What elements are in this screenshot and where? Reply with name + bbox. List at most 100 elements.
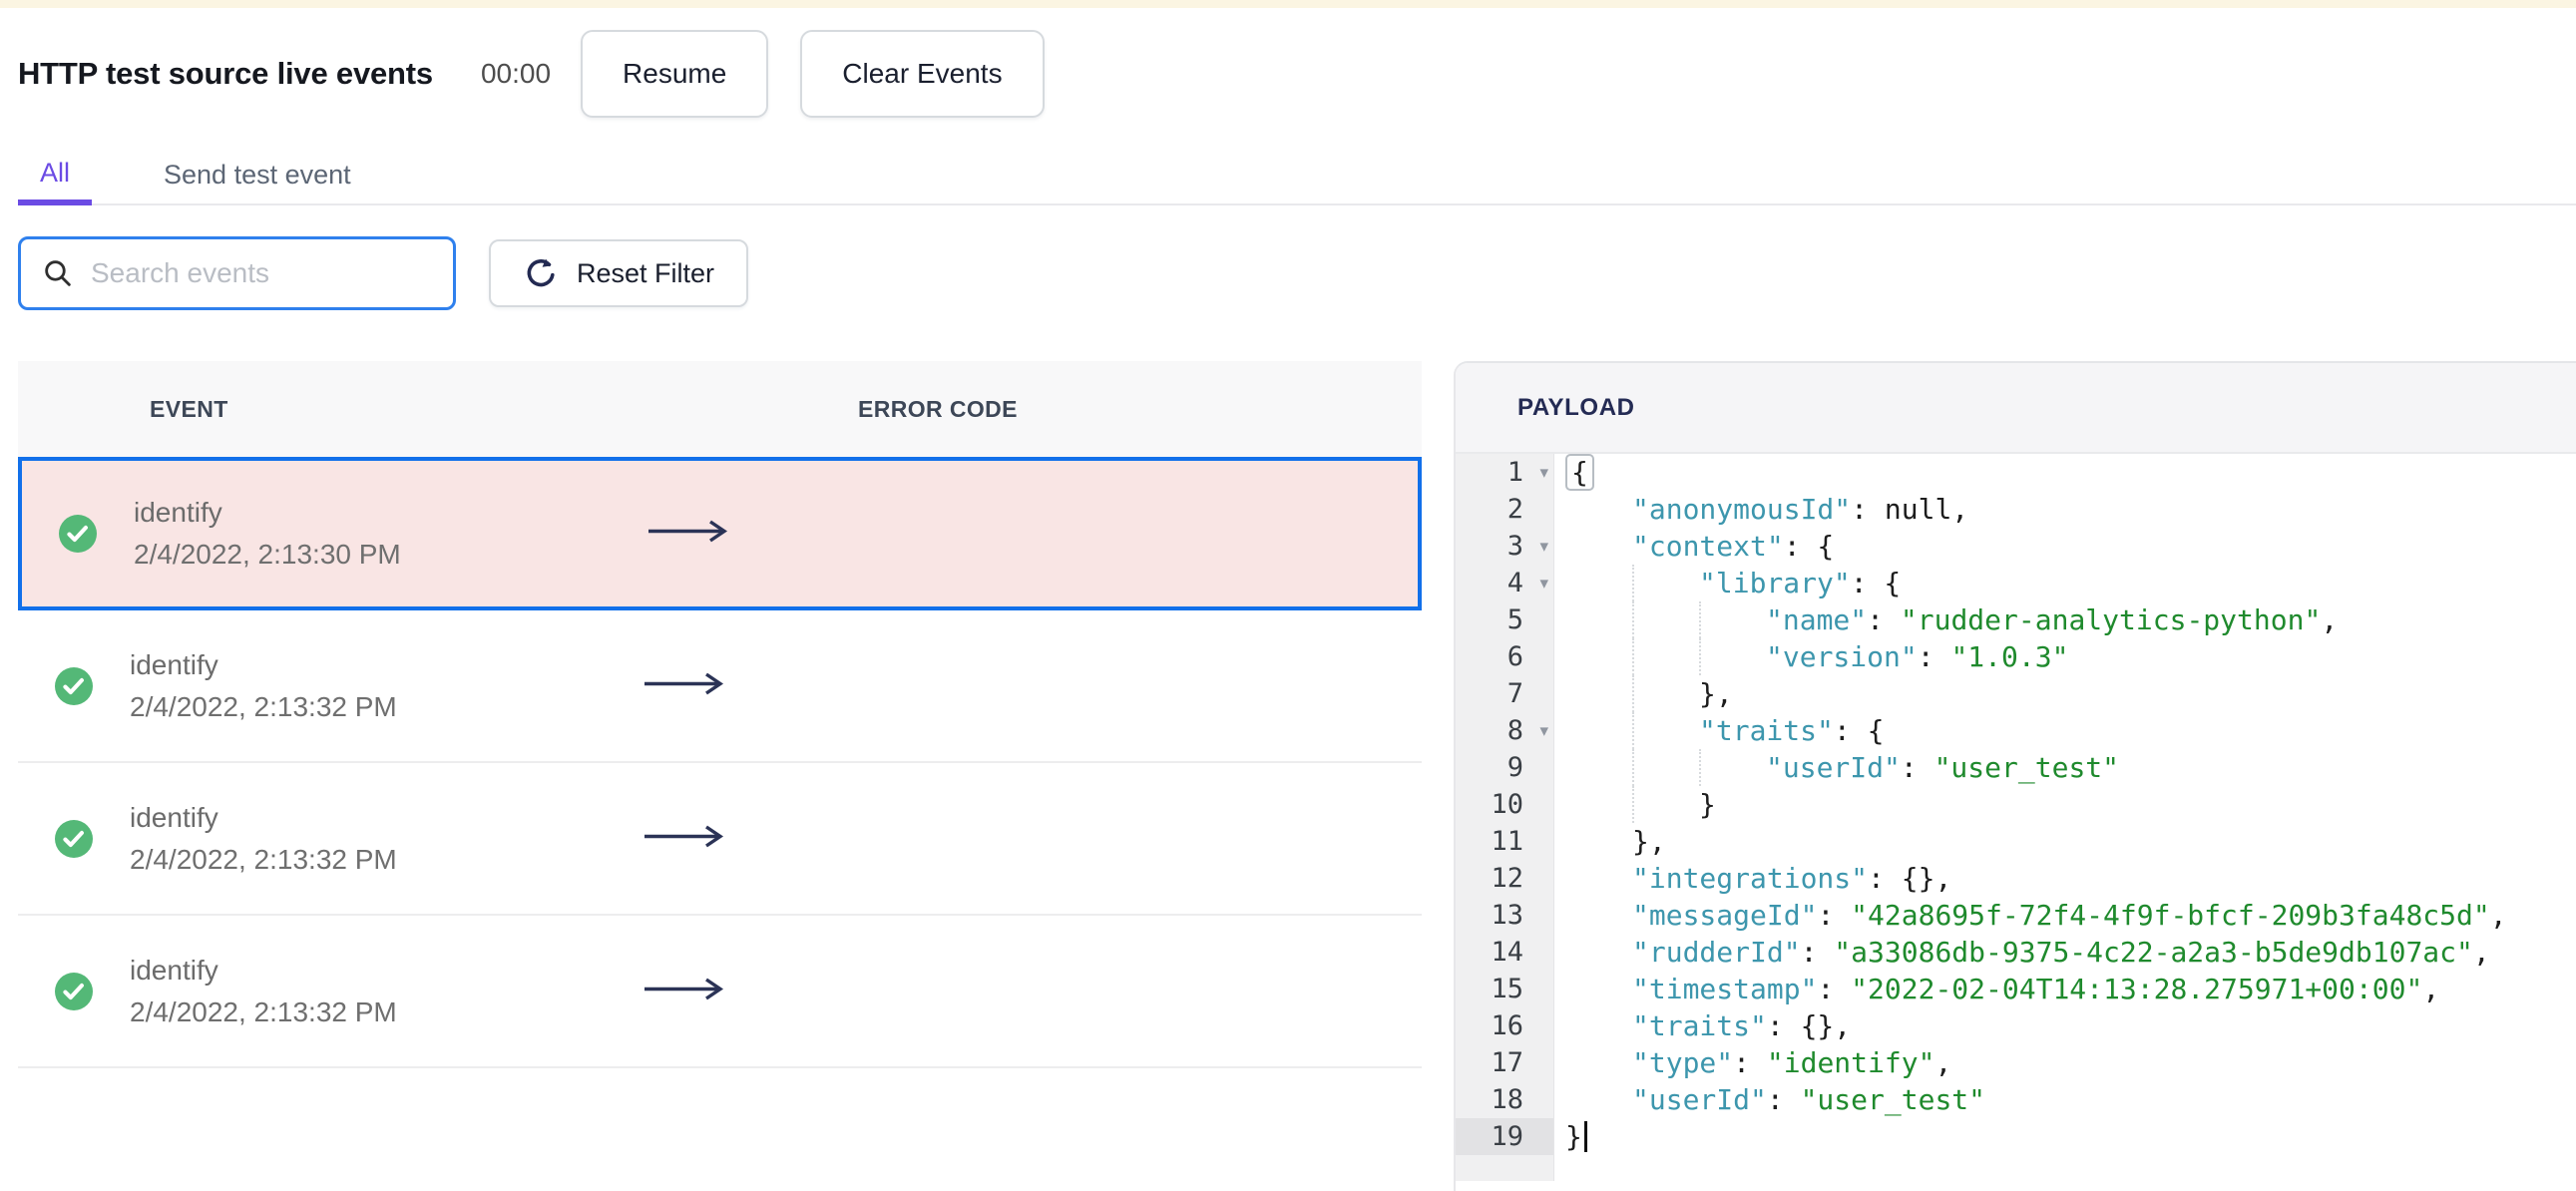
- column-header-event: EVENT: [150, 395, 228, 422]
- arrow-right-icon[interactable]: [643, 670, 726, 701]
- json-punctuation: :: [1917, 640, 1951, 673]
- code-content: "context": {: [1554, 528, 1834, 565]
- json-key: "traits": [1632, 1009, 1767, 1042]
- code-line[interactable]: 11},: [1456, 823, 2576, 860]
- code-line[interactable]: 18 "userId": "user_test": [1456, 1081, 2576, 1118]
- chevron-down-icon[interactable]: ▾: [1539, 463, 1548, 483]
- line-number: 7: [1456, 675, 1554, 712]
- json-key: "messageId": [1632, 899, 1818, 932]
- event-info: identify 2/4/2022, 2:13:32 PM: [130, 649, 397, 723]
- json-string-value: "2022-02-04T14:13:28.275971+00:00": [1851, 973, 2423, 1005]
- arrow-right-icon[interactable]: [646, 519, 730, 550]
- success-check-icon: [55, 666, 93, 705]
- json-key: "rudderId": [1632, 936, 1801, 969]
- line-number: 11: [1456, 823, 1554, 860]
- arrow-right-icon[interactable]: [643, 976, 726, 1006]
- header: HTTP test source live events 00:00 Resum…: [18, 30, 1045, 118]
- code-content: "messageId": "42a8695f-72f4-4f9f-bfcf-20…: [1554, 897, 2507, 934]
- json-punctuation: },: [1699, 677, 1733, 710]
- code-line[interactable]: 15 "timestamp": "2022-02-04T14:13:28.2759…: [1456, 971, 2576, 1007]
- code-content: "anonymousId": null,: [1554, 491, 1968, 528]
- chevron-down-icon[interactable]: ▾: [1539, 537, 1548, 557]
- json-string-value: "42a8695f-72f4-4f9f-bfcf-209b3fa48c5d": [1851, 899, 2490, 932]
- json-punctuation: }: [1699, 788, 1716, 821]
- json-punctuation: ,: [2422, 973, 2440, 1005]
- json-editor[interactable]: 1 ▾{2 "anonymousId": null, 3 ▾ "context": {4 ▾…: [1456, 454, 2576, 1155]
- json-punctuation: :: [1867, 603, 1901, 636]
- json-key: "context": [1632, 530, 1784, 563]
- json-punctuation: :: [1900, 751, 1934, 784]
- json-punctuation: },: [1632, 825, 1666, 858]
- resume-button[interactable]: Resume: [581, 30, 769, 118]
- line-number: 12: [1456, 860, 1554, 897]
- events-table: EVENT ERROR CODE identify 2/4/2022, 2:13:…: [18, 361, 1422, 1068]
- event-timestamp: 2/4/2022, 2:13:32 PM: [130, 843, 397, 875]
- tab-all[interactable]: All: [18, 146, 93, 205]
- search-icon: [45, 260, 71, 286]
- json-string-value: "user_test": [1800, 1083, 1986, 1116]
- event-row[interactable]: identify 2/4/2022, 2:13:32 PM: [18, 763, 1422, 916]
- events-table-body: identify 2/4/2022, 2:13:30 PM identify 2/4/…: [18, 457, 1422, 1068]
- search-input[interactable]: [91, 257, 433, 289]
- line-number: 13: [1456, 897, 1554, 934]
- event-timestamp: 2/4/2022, 2:13:30 PM: [134, 539, 401, 570]
- json-punctuation: :: [1851, 493, 1885, 526]
- code-content: "integrations": {},: [1554, 860, 1951, 897]
- refresh-icon: [527, 258, 555, 287]
- json-string-value: "identify": [1766, 1046, 1935, 1079]
- code-content: "traits": {},: [1554, 1007, 1851, 1044]
- elapsed-timer: 00:00: [480, 58, 552, 89]
- line-number: 8 ▾: [1456, 712, 1554, 749]
- success-check-icon: [55, 819, 93, 858]
- json-punctuation: :: [1800, 936, 1835, 969]
- tab-send-test-event[interactable]: Send test event: [142, 146, 373, 203]
- events-table-header: EVENT ERROR CODE: [18, 361, 1422, 457]
- code-line[interactable]: 7},: [1456, 675, 2576, 712]
- code-line[interactable]: 1 ▾ {: [1456, 454, 2576, 491]
- code-line[interactable]: 6 "version": "1.0.3": [1456, 638, 2576, 675]
- json-punctuation: : {},: [1766, 1009, 1852, 1042]
- json-punctuation: {: [1565, 454, 1594, 491]
- code-content: {: [1554, 454, 1594, 491]
- chevron-down-icon[interactable]: ▾: [1539, 574, 1548, 594]
- code-line[interactable]: 16 "traits": {},: [1456, 1007, 2576, 1044]
- code-line[interactable]: 3 ▾ "context": {: [1456, 528, 2576, 565]
- json-punctuation: :: [1766, 1083, 1801, 1116]
- code-line[interactable]: 9 "userId": "user_test": [1456, 749, 2576, 786]
- top-accent-strip: [0, 0, 2576, 8]
- json-string-value: "a33086db-9375-4c22-a2a3-b5de9db107ac": [1834, 936, 2473, 969]
- line-number: 19: [1456, 1118, 1554, 1155]
- line-number: 16: [1456, 1007, 1554, 1044]
- json-key: "version": [1766, 640, 1918, 673]
- event-row[interactable]: identify 2/4/2022, 2:13:32 PM: [18, 610, 1422, 763]
- chevron-down-icon[interactable]: ▾: [1539, 721, 1548, 741]
- event-name: identify: [130, 801, 218, 833]
- code-line[interactable]: 12 "integrations": {},: [1456, 860, 2576, 897]
- code-content: "traits": {: [1554, 712, 1884, 749]
- code-content: },: [1554, 675, 1733, 712]
- event-row[interactable]: identify 2/4/2022, 2:13:32 PM: [18, 916, 1422, 1068]
- line-number: 15: [1456, 971, 1554, 1007]
- code-content: "version": "1.0.3": [1554, 638, 2068, 675]
- tab-bar: All Send test event: [18, 146, 2576, 205]
- json-punctuation: : {},: [1868, 862, 1952, 895]
- clear-events-button[interactable]: Clear Events: [800, 30, 1045, 118]
- editor-gutter-filler: [1456, 1155, 1554, 1181]
- code-line[interactable]: 5 "name": "rudder-analytics-python",: [1456, 601, 2576, 638]
- code-line[interactable]: 13 "messageId": "42a8695f-72f4-4f9f-bfcf-…: [1456, 897, 2576, 934]
- code-line[interactable]: 19}: [1456, 1118, 2576, 1155]
- reset-filter-button[interactable]: Reset Filter: [489, 239, 749, 307]
- code-line[interactable]: 8 ▾ "traits": {: [1456, 712, 2576, 749]
- search-box[interactable]: [18, 236, 456, 310]
- event-timestamp: 2/4/2022, 2:13:32 PM: [130, 995, 397, 1027]
- code-line[interactable]: 2 "anonymousId": null,: [1456, 491, 2576, 528]
- code-line[interactable]: 14 "rudderId": "a33086db-9375-4c22-a2a3-b…: [1456, 934, 2576, 971]
- arrow-right-icon[interactable]: [643, 823, 726, 854]
- code-line[interactable]: 10}: [1456, 786, 2576, 823]
- code-line[interactable]: 17 "type": "identify",: [1456, 1044, 2576, 1081]
- json-punctuation: : {: [1783, 530, 1835, 563]
- json-key: "traits": [1699, 714, 1834, 747]
- event-row[interactable]: identify 2/4/2022, 2:13:30 PM: [18, 457, 1422, 610]
- code-line[interactable]: 4 ▾ "library": {: [1456, 565, 2576, 601]
- code-content: "userId": "user_test": [1554, 1081, 1985, 1118]
